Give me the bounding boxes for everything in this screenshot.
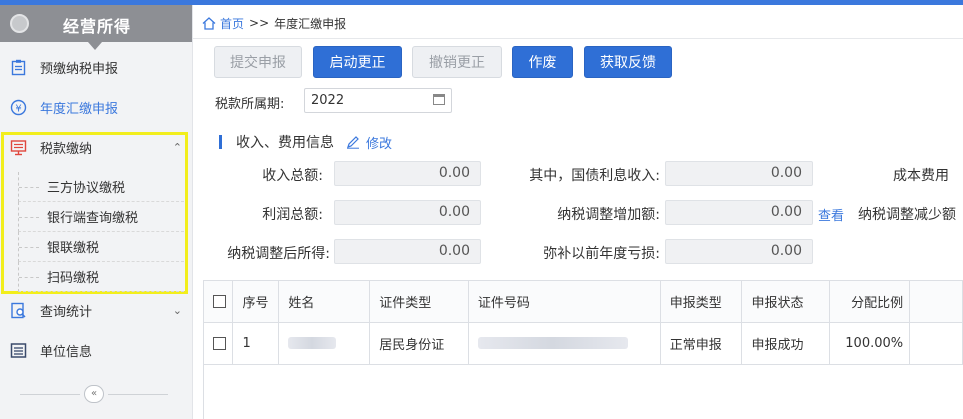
row-checkbox[interactable] xyxy=(213,336,226,350)
select-all-cell xyxy=(204,281,234,323)
collapse-sidebar-button[interactable]: « xyxy=(84,385,104,403)
tax-period-value: 2022 xyxy=(311,93,345,108)
form-icon xyxy=(11,59,26,75)
breadcrumb-separator: >> xyxy=(249,16,270,30)
col-header-status: 申报状态 xyxy=(741,281,831,323)
total-income-label: 收入总额: xyxy=(262,168,323,184)
get-feedback-button[interactable]: 获取反馈 xyxy=(584,46,672,78)
start-correction-button[interactable]: 启动更正 xyxy=(313,46,402,78)
col-header-id-type: 证件类型 xyxy=(369,281,469,323)
submenu-item-qr-pay[interactable]: 扫码缴税 xyxy=(18,262,184,292)
sidebar-title: 经营所得 xyxy=(63,17,132,36)
cell-ratio: 100.00% xyxy=(829,322,911,365)
adjust-decrease-label: 纳税调整减少额 xyxy=(858,207,956,223)
cell-declare-type: 正常申报 xyxy=(660,322,743,365)
col-header-no: 序号 xyxy=(232,281,280,323)
breadcrumb: 首页 >> 年度汇缴申报 xyxy=(202,13,346,33)
section-title: 收入、费用信息 xyxy=(236,135,334,151)
row-select-cell xyxy=(204,322,234,365)
query-icon xyxy=(11,302,26,318)
table-row[interactable]: 1 居民身份证 正常申报 申报成功 100.00% xyxy=(204,322,963,365)
submenu-item-bank-query[interactable]: 银行端查询缴税 xyxy=(18,202,184,232)
sidebar-item-label: 单位信息 xyxy=(40,344,93,360)
sidebar-collapse-row: « xyxy=(20,385,170,403)
bond-interest-field[interactable]: 0.00 xyxy=(665,161,813,186)
sidebar-item-label: 查询统计 xyxy=(40,304,93,320)
redacted-id-number xyxy=(477,337,628,349)
submit-declaration-button[interactable]: 提交申报 xyxy=(214,46,302,78)
yen-icon: ¥ xyxy=(10,99,27,115)
cancel-correction-button[interactable]: 撤销更正 xyxy=(412,46,502,78)
col-header-extra xyxy=(909,281,963,323)
tax-period-label: 税款所属期: xyxy=(215,97,285,112)
table-header-row: 序号 姓名 证件类型 证件号码 申报类型 申报状态 分配比例 xyxy=(204,281,963,323)
coin-stack-icon xyxy=(10,14,29,33)
calendar-icon[interactable] xyxy=(433,94,445,105)
tax-period-input[interactable]: 2022 xyxy=(304,88,452,113)
cell-status: 申报成功 xyxy=(741,322,831,365)
col-header-name: 姓名 xyxy=(278,281,371,323)
tax-payment-submenu: 三方协议缴税 银行端查询缴税 银联缴税 扫码缴税 xyxy=(18,172,184,292)
bond-interest-label: 其中，国债利息收入: xyxy=(529,168,660,184)
adjusted-income-field[interactable]: 0.00 xyxy=(334,239,481,264)
adjust-increase-label: 纳税调整增加额: xyxy=(557,207,660,223)
sidebar-item-label: 年度汇缴申报 xyxy=(40,101,119,117)
main-content: 首页 >> 年度汇缴申报 提交申报 启动更正 撤销更正 作废 获取反馈 税款所属… xyxy=(193,5,963,419)
divider xyxy=(20,394,80,395)
svg-text:¥: ¥ xyxy=(15,103,21,114)
breadcrumb-home-link[interactable]: 首页 xyxy=(220,15,244,32)
sidebar-item-prepay-declare[interactable]: 预缴纳税申报 xyxy=(0,52,192,82)
total-profit-field[interactable]: 0.00 xyxy=(334,200,481,225)
toolbar-divider xyxy=(193,38,963,39)
edit-icon xyxy=(347,136,359,149)
home-icon xyxy=(202,16,216,30)
adjust-increase-field[interactable]: 0.00 xyxy=(665,200,813,225)
cost-expense-label: 成本费用 xyxy=(893,168,949,184)
sidebar-item-annual-declare[interactable]: ¥ 年度汇缴申报 xyxy=(0,92,192,122)
edit-label: 修改 xyxy=(366,136,393,152)
sidebar-item-label: 预缴纳税申报 xyxy=(40,61,119,77)
select-all-checkbox[interactable] xyxy=(213,294,226,308)
total-income-field[interactable]: 0.00 xyxy=(334,161,481,186)
cell-name xyxy=(278,322,371,365)
total-profit-label: 利润总额: xyxy=(262,207,323,223)
sidebar-item-query-stats[interactable]: 查询统计 ⌄ xyxy=(0,295,192,325)
header-notch xyxy=(88,42,102,50)
breadcrumb-current: 年度汇缴申报 xyxy=(274,16,347,31)
sidebar-header: 经营所得 xyxy=(0,5,192,50)
col-header-ratio: 分配比例 xyxy=(829,281,911,323)
redacted-name xyxy=(288,337,337,349)
income-expense-section-header: 收入、费用信息 修改 xyxy=(219,132,392,152)
cell-no: 1 xyxy=(232,322,280,365)
divider xyxy=(108,394,168,395)
col-header-id-number: 证件号码 xyxy=(468,281,661,323)
view-link[interactable]: 查看 xyxy=(818,205,844,224)
edit-link[interactable]: 修改 xyxy=(346,133,392,152)
declaration-table: 序号 姓名 证件类型 证件号码 申报类型 申报状态 分配比例 1 居民身份证 正… xyxy=(203,280,963,419)
submenu-item-unionpay[interactable]: 银联缴税 xyxy=(18,232,184,262)
col-header-declare-type: 申报类型 xyxy=(660,281,743,323)
adjusted-income-label: 纳税调整后所得: xyxy=(227,246,330,262)
submenu-item-tripartite[interactable]: 三方协议缴税 xyxy=(18,172,184,202)
chevron-down-icon: ⌄ xyxy=(172,303,182,317)
cell-extra xyxy=(909,322,963,365)
sidebar-item-unit-info[interactable]: 单位信息 xyxy=(0,335,192,365)
list-icon xyxy=(10,342,27,358)
prior-loss-field[interactable]: 0.00 xyxy=(665,239,813,264)
cell-id-type: 居民身份证 xyxy=(369,322,469,365)
void-button[interactable]: 作废 xyxy=(512,46,573,78)
section-marker xyxy=(219,135,222,149)
sidebar: 经营所得 预缴纳税申报 ¥ 年度汇缴申报 税款缴纳 ⌃ 三方协议缴税 银行端查询… xyxy=(0,5,193,419)
cell-id-number xyxy=(468,322,661,365)
prior-loss-label: 弥补以前年度亏损: xyxy=(543,246,660,262)
